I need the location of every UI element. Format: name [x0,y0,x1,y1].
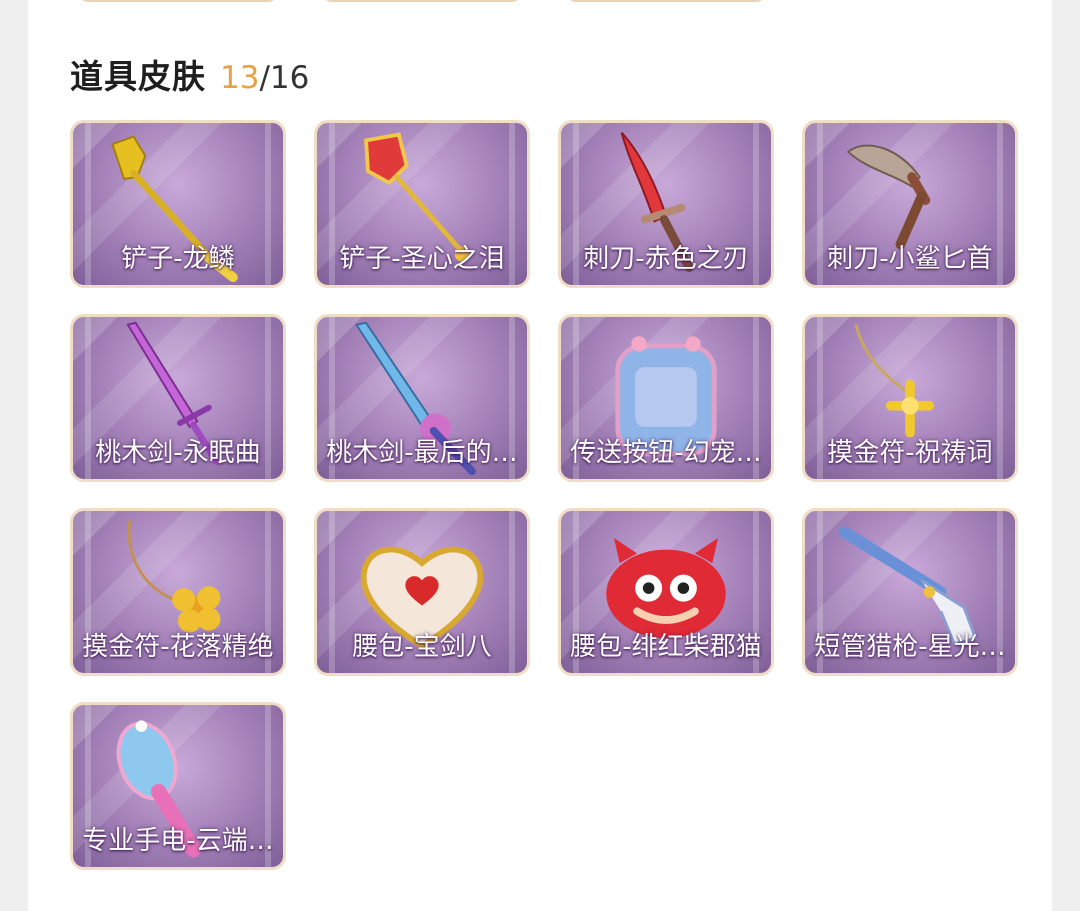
skin-card[interactable]: 摸金符-祝祷词 [802,314,1018,482]
section-title: 道具皮肤 13 / 16 [70,50,310,96]
skin-label: 刺刀-小鲨匕首 [827,244,993,274]
skin-label: 铲子-龙鳞 [121,244,235,274]
skin-card[interactable]: 铲子-龙鳞 [70,120,286,288]
previous-card[interactable] [322,0,522,2]
skin-label: 腰包-宝剑八 [352,632,492,662]
skin-card[interactable]: 摸金符-花落精绝 [70,508,286,676]
section-name: 道具皮肤 [70,57,206,96]
total-count: 16 [269,60,310,96]
skins-panel: 道具皮肤 13 / 16 铲子-龙鳞 铲子-圣心之泪 刺刀-赤色之刃 刺刀-小鲨… [28,0,1052,911]
skin-label: 桃木剑-永眠曲 [95,438,261,468]
previous-card[interactable] [566,0,766,2]
skin-card[interactable]: 传送按钮-幻宠… [558,314,774,482]
skin-card[interactable]: 短管猎枪-星光… [802,508,1018,676]
skin-card[interactable]: 腰包-绯红柴郡猫 [558,508,774,676]
skin-label: 铲子-圣心之泪 [339,244,505,274]
skin-card[interactable]: 桃木剑-最后的… [314,314,530,482]
skin-card[interactable]: 刺刀-小鲨匕首 [802,120,1018,288]
skin-label: 桃木剑-最后的… [326,438,518,468]
skin-label: 摸金符-花落精绝 [82,632,274,662]
owned-count: 13 [220,60,260,96]
skin-label: 传送按钮-幻宠… [570,438,762,468]
skin-card[interactable]: 腰包-宝剑八 [314,508,530,676]
count-separator: / [259,60,270,96]
skin-card[interactable]: 铲子-圣心之泪 [314,120,530,288]
skin-label: 专业手电-云端… [82,826,274,856]
skin-label: 刺刀-赤色之刃 [583,244,749,274]
skin-label: 摸金符-祝祷词 [827,438,993,468]
skin-label: 短管猎枪-星光… [814,632,1006,662]
previous-card[interactable] [78,0,278,2]
skin-card[interactable]: 桃木剑-永眠曲 [70,314,286,482]
skin-label: 腰包-绯红柴郡猫 [570,632,762,662]
previous-row-cards [28,0,1052,4]
skin-card[interactable]: 专业手电-云端… [70,702,286,870]
skin-card[interactable]: 刺刀-赤色之刃 [558,120,774,288]
